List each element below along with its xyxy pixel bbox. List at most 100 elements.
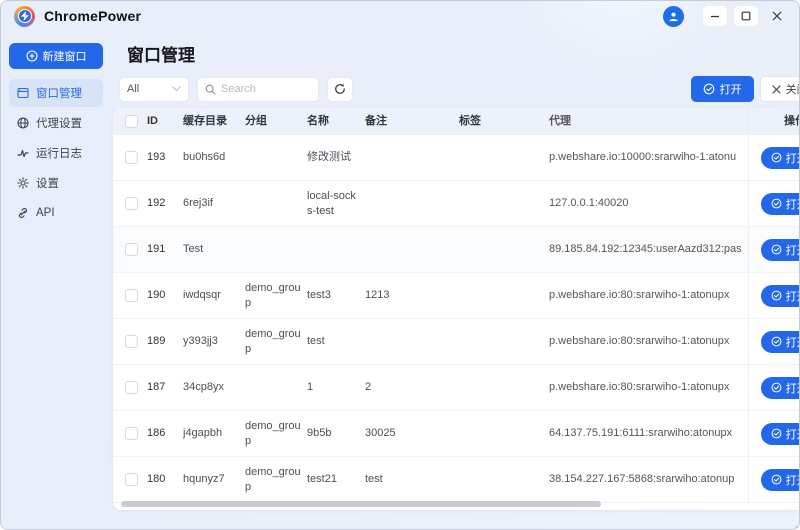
cell-remark: 2 xyxy=(365,380,459,395)
minimize-button[interactable] xyxy=(703,6,727,26)
cell-cache-dir: Test xyxy=(183,242,245,257)
search-icon xyxy=(205,84,216,95)
cell-actions: 打开 xyxy=(748,457,800,502)
row-checkbox[interactable] xyxy=(125,381,138,394)
cell-id: 191 xyxy=(147,242,183,257)
sidebar-item-label: 运行日志 xyxy=(36,145,82,161)
cell-actions: 打开 xyxy=(748,365,800,410)
search-input[interactable] xyxy=(221,83,306,95)
new-window-label: 新建窗口 xyxy=(43,48,87,64)
row-checkbox[interactable] xyxy=(125,427,138,440)
sidebar-item-run-logs[interactable]: 运行日志 xyxy=(9,139,103,167)
column-header-id: ID xyxy=(147,114,183,129)
maximize-button[interactable] xyxy=(734,6,758,26)
table-row: 186 j4gapbh demo_group 9b5b 30025 64.137… xyxy=(113,411,800,457)
cell-name: 9b5b xyxy=(307,426,365,441)
open-selected-button[interactable]: 打开 xyxy=(691,76,754,102)
cell-name: test3 xyxy=(307,288,365,303)
row-checkbox[interactable] xyxy=(125,151,138,164)
row-checkbox[interactable] xyxy=(125,243,138,256)
row-open-button[interactable]: 打开 xyxy=(761,239,800,261)
cell-group: demo_group xyxy=(245,327,307,357)
open-selected-label: 打开 xyxy=(720,81,742,97)
logs-icon xyxy=(17,147,29,159)
row-checkbox[interactable] xyxy=(125,335,138,348)
cell-remark: 1213 xyxy=(365,288,459,303)
sidebar-item-settings[interactable]: 设置 xyxy=(9,169,103,197)
cell-name: local-socks-test xyxy=(307,189,365,219)
main-panel: 窗口管理 All xyxy=(111,31,800,530)
row-open-button[interactable]: 打开 xyxy=(761,285,800,307)
horizontal-scrollbar[interactable] xyxy=(121,501,601,507)
cell-id: 180 xyxy=(147,472,183,487)
app-title: ChromePower xyxy=(44,8,141,24)
table-row: 180 hqunyz7 demo_group test21 test 38.15… xyxy=(113,457,800,503)
close-selected-button[interactable]: 关闭 xyxy=(760,76,800,102)
cell-name: 1 xyxy=(307,380,365,395)
search-box xyxy=(197,77,319,102)
cell-actions: 打开 xyxy=(748,135,800,180)
open-circle-icon xyxy=(771,336,782,347)
window-icon xyxy=(17,87,29,99)
sidebar-item-label: API xyxy=(36,207,55,219)
row-checkbox[interactable] xyxy=(125,197,138,210)
cell-id: 193 xyxy=(147,150,183,165)
cell-id: 186 xyxy=(147,426,183,441)
cell-group: demo_group xyxy=(245,465,307,495)
close-button[interactable] xyxy=(765,6,789,26)
table-row: 190 iwdqsqr demo_group test3 1213 p.webs… xyxy=(113,273,800,319)
cell-id: 192 xyxy=(147,196,183,211)
open-circle-icon xyxy=(771,474,782,485)
cell-proxy: 127.0.0.1:40020 xyxy=(549,196,748,211)
row-open-button[interactable]: 打开 xyxy=(761,377,800,399)
row-open-button[interactable]: 打开 xyxy=(761,193,800,215)
row-open-button[interactable]: 打开 xyxy=(761,147,800,169)
sidebar-item-window-management[interactable]: 窗口管理 xyxy=(9,79,103,107)
row-open-button[interactable]: 打开 xyxy=(761,331,800,353)
cell-actions: 打开 xyxy=(748,319,800,364)
refresh-button[interactable] xyxy=(327,77,353,102)
cell-proxy: 89.185.84.192:12345:userAazd312:pas xyxy=(549,242,748,257)
row-open-label: 打开 xyxy=(786,150,800,166)
row-open-button[interactable]: 打开 xyxy=(761,469,800,491)
gear-icon xyxy=(17,177,29,189)
user-avatar[interactable] xyxy=(663,6,684,27)
filter-select[interactable]: All xyxy=(119,77,189,102)
column-header-tags: 标签 xyxy=(459,114,549,129)
table-row: 187 34cp8yx 1 2 p.webshare.io:80:srarwih… xyxy=(113,365,800,411)
cell-actions: 打开 xyxy=(748,227,800,272)
sidebar-item-proxy-settings[interactable]: 代理设置 xyxy=(9,109,103,137)
row-checkbox[interactable] xyxy=(125,289,138,302)
plus-circle-icon xyxy=(26,50,38,62)
cell-proxy: p.webshare.io:80:srarwiho-1:atonupx xyxy=(549,288,748,303)
table-body: 193 bu0hs6d 修改测试 p.webshare.io:10000:sra… xyxy=(113,135,800,503)
open-circle-icon xyxy=(771,244,782,255)
row-open-label: 打开 xyxy=(786,380,800,396)
table-header: ID 缓存目录 分组 名称 备注 标签 代理 操作 xyxy=(113,108,800,135)
cell-cache-dir: 6rej3if xyxy=(183,196,245,211)
sidebar: 新建窗口 窗口管理 代理设置 xyxy=(1,31,111,530)
cell-actions: 打开 xyxy=(748,181,800,226)
column-header-proxy: 代理 xyxy=(549,114,748,129)
x-icon xyxy=(772,85,781,94)
cell-cache-dir: 34cp8yx xyxy=(183,380,245,395)
column-header-group: 分组 xyxy=(245,114,307,129)
cell-cache-dir: j4gapbh xyxy=(183,426,245,441)
select-all-checkbox[interactable] xyxy=(125,115,138,128)
column-header-actions: 操作 xyxy=(748,108,800,135)
cell-proxy: p.webshare.io:10000:srarwiho-1:atonu xyxy=(549,150,748,165)
sidebar-item-api[interactable]: API xyxy=(9,199,103,227)
row-open-label: 打开 xyxy=(786,196,800,212)
cell-proxy: 64.137.75.191:6111:srarwiho:atonupx xyxy=(549,426,748,441)
cell-actions: 打开 xyxy=(748,411,800,456)
cell-group: demo_group xyxy=(245,419,307,449)
row-open-label: 打开 xyxy=(786,288,800,304)
row-open-button[interactable]: 打开 xyxy=(761,423,800,445)
chevron-down-icon xyxy=(172,86,181,92)
prev-page-icon[interactable]: ‹ xyxy=(794,520,798,530)
row-checkbox[interactable] xyxy=(125,473,138,486)
new-window-button[interactable]: 新建窗口 xyxy=(9,43,103,69)
sidebar-nav: 窗口管理 代理设置 运行日志 xyxy=(9,79,103,227)
cell-remark: test xyxy=(365,472,459,487)
cell-cache-dir: bu0hs6d xyxy=(183,150,245,165)
